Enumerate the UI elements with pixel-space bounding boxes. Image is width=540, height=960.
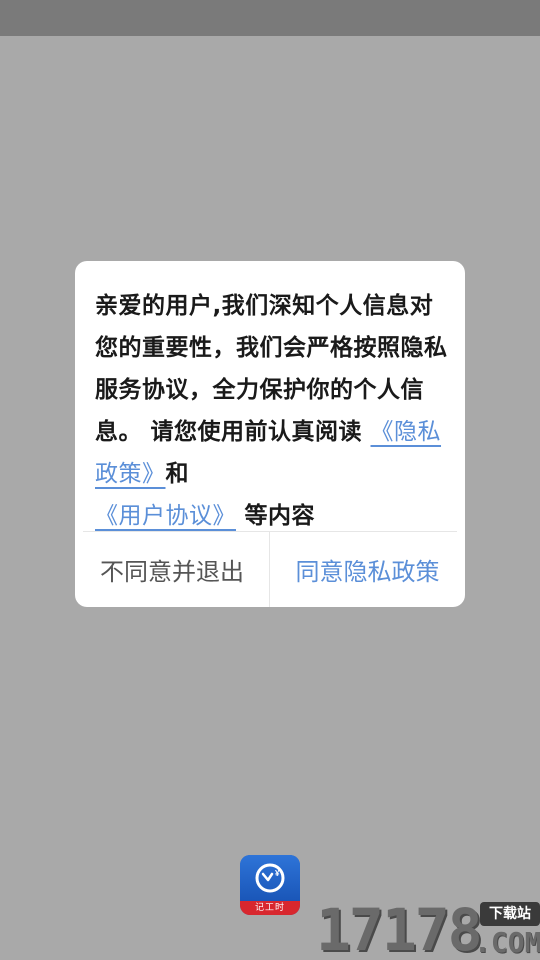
yen-symbol: ¥ — [275, 869, 280, 878]
privacy-dialog: 亲爱的用户,我们深知个人信息对您的重要性，我们会严格按照隐私服务协议，全力保护你… — [75, 261, 465, 607]
watermark-digits: 17178 — [316, 896, 483, 960]
watermark-suffix: .COM — [474, 926, 540, 959]
message-text-and: 和 — [165, 461, 189, 487]
user-agreement-link[interactable]: 《用户协议》 — [95, 503, 236, 529]
status-bar — [0, 0, 540, 36]
watermark-17178: 17178 下载站 .COM — [316, 898, 540, 960]
app-logo: ¥ 记工时 — [240, 855, 300, 915]
dialog-message: 亲爱的用户,我们深知个人信息对您的重要性，我们会严格按照隐私服务协议，全力保护你… — [95, 285, 453, 537]
clock-icon: ¥ — [255, 863, 285, 893]
message-text-outro: 等内容 — [236, 503, 316, 529]
watermark-badge: 下载站 — [480, 902, 540, 926]
decline-exit-button[interactable]: 不同意并退出 — [75, 532, 269, 607]
accept-privacy-button[interactable]: 同意隐私政策 — [270, 532, 465, 607]
logo-label: 记工时 — [240, 901, 300, 915]
